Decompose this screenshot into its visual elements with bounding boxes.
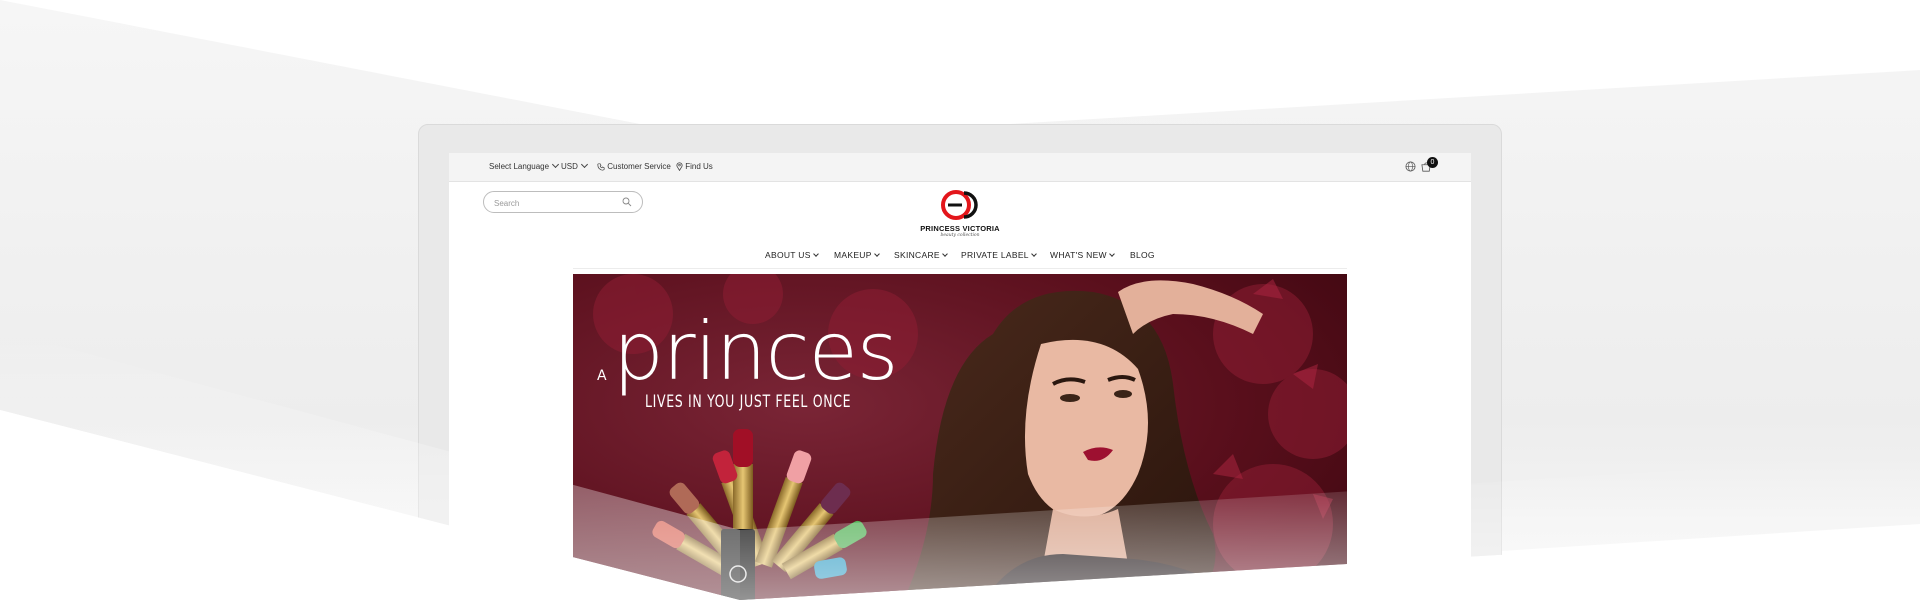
chevron-down-icon	[580, 160, 588, 169]
chevron-down-icon	[1109, 251, 1115, 257]
nav-item-blog[interactable]: BLOG	[1130, 250, 1155, 260]
brand-tagline: beauty collection	[940, 233, 980, 238]
headline-subline: LIVES IN YOU JUST FEEL ONCE	[645, 392, 852, 412]
nav-item-about-us[interactable]: ABOUT US	[765, 250, 819, 260]
customer-service-label: Customer Service	[607, 162, 671, 171]
currency-label: USD	[561, 162, 578, 171]
nav-label: BLOG	[1130, 250, 1155, 260]
nav-label: MAKEUP	[834, 250, 872, 260]
search-icon[interactable]	[622, 197, 632, 207]
chevron-down-icon	[812, 251, 819, 257]
search-box[interactable]	[483, 191, 643, 213]
nav-label: ABOUT US	[765, 250, 811, 260]
website-screen: Select Language USD Customer Service Fin…	[449, 153, 1471, 602]
headline: princes	[613, 305, 898, 398]
nav-item-makeup[interactable]: MAKEUP	[834, 250, 880, 260]
chevron-down-icon	[552, 160, 560, 169]
nav-label: SKINCARE	[894, 250, 940, 260]
nav-item-private-label[interactable]: PRIVATE LABEL	[961, 250, 1037, 260]
chevron-down-icon	[942, 251, 948, 257]
language-selector[interactable]: Select Language	[489, 160, 560, 172]
customer-service-link[interactable]: Customer Service	[597, 162, 671, 172]
nav-divider	[573, 268, 1347, 269]
language-label: Select Language	[489, 162, 550, 171]
globe-icon[interactable]	[1405, 161, 1416, 172]
location-pin-icon	[676, 162, 683, 172]
cart-button[interactable]: 0	[1421, 157, 1441, 175]
search-input[interactable]	[492, 195, 616, 211]
brand-name: PRINCESS VICTORIA	[920, 224, 1000, 233]
chevron-down-icon	[1031, 251, 1037, 257]
hero-banner[interactable]: A princes LIVES IN YOU JUST FEEL ONCE	[573, 274, 1347, 602]
site-logo[interactable]: PRINCESS VICTORIA beauty collection	[917, 188, 1003, 244]
nav-item-whats-new[interactable]: WHAT'S NEW	[1050, 250, 1115, 260]
chevron-down-icon	[873, 251, 880, 257]
main-nav: ABOUT US MAKEUP SKINCARE PRIVATE LABEL W…	[449, 250, 1471, 266]
nav-label: PRIVATE LABEL	[961, 250, 1029, 260]
nav-item-skincare[interactable]: SKINCARE	[894, 250, 948, 260]
cart-count-badge: 0	[1427, 157, 1438, 168]
headline-prefix: A	[597, 368, 607, 384]
phone-icon	[597, 163, 605, 171]
nav-label: WHAT'S NEW	[1050, 250, 1107, 260]
logo-mark	[941, 190, 978, 220]
find-us-label: Find Us	[685, 162, 713, 171]
top-bar: Select Language USD Customer Service Fin…	[449, 153, 1471, 182]
find-us-link[interactable]: Find Us	[676, 162, 713, 172]
currency-selector[interactable]: USD	[561, 160, 588, 172]
